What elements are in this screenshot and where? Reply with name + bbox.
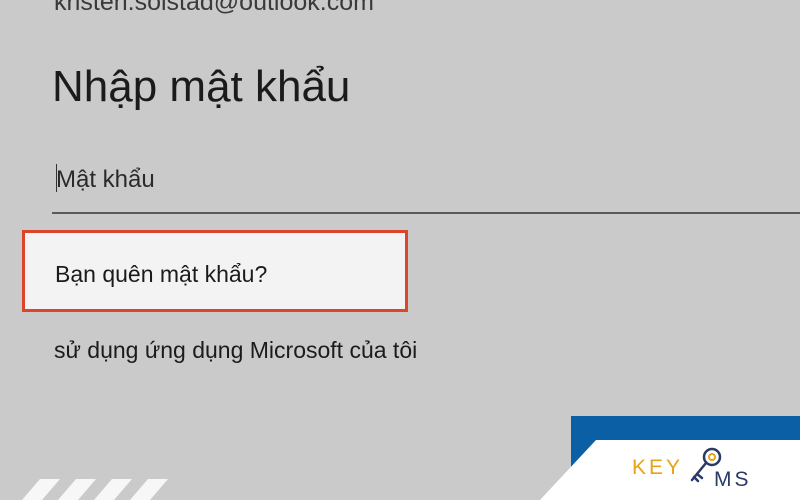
forgot-password-highlight: Bạn quên mật khẩu?	[22, 230, 408, 312]
account-email: kristen.solstad@outlook.com	[54, 0, 374, 16]
decorative-stripes	[22, 479, 168, 500]
logo-text-left: KEY	[632, 456, 684, 479]
logo-text-right: MS	[714, 468, 752, 491]
keyms-logo: KEY MS	[632, 446, 752, 492]
text-caret	[56, 164, 57, 192]
use-microsoft-app-link[interactable]: sử dụng ứng dụng Microsoft của tôi	[54, 337, 417, 364]
page-title: Nhập mật khẩu	[52, 62, 351, 111]
password-input[interactable]	[56, 160, 756, 200]
password-field-container[interactable]	[52, 150, 800, 214]
forgot-password-link[interactable]: Bạn quên mật khẩu?	[55, 261, 267, 288]
